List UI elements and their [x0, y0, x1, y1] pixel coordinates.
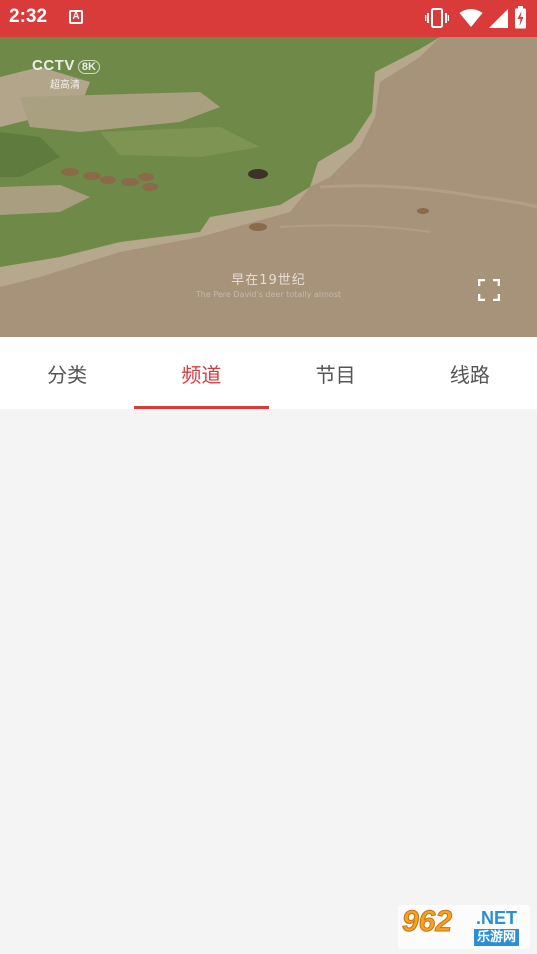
watermark-suffix: .NET: [476, 908, 518, 928]
logo-brand: CCTV: [32, 57, 75, 74]
notification-icon: A: [69, 10, 83, 24]
video-player[interactable]: CCTV 8K 超高清 早在19世纪 The Pere David's deer …: [0, 37, 537, 337]
status-bar: 2:32 A: [0, 0, 537, 37]
signal-icon: [489, 9, 508, 28]
tab-route[interactable]: 线路: [403, 337, 537, 409]
tab-program[interactable]: 节目: [269, 337, 403, 409]
tab-label: 分类: [47, 362, 88, 387]
video-subtitle: 早在19世纪: [231, 273, 306, 288]
logo-resolution: 8K: [77, 60, 100, 74]
tab-label: 线路: [449, 362, 490, 387]
channel-logo: CCTV 8K 超高清: [32, 57, 100, 91]
logo-sub: 超高清: [50, 80, 80, 91]
video-subtitle-en: The Pere David's deer totally almost: [195, 290, 342, 299]
wifi-icon: [459, 9, 483, 27]
watermark-number: 962: [401, 905, 453, 939]
tab-bar: 分类 频道 节目 线路: [0, 337, 537, 409]
tab-label: 频道: [181, 362, 222, 387]
tab-channel[interactable]: 频道: [134, 337, 269, 409]
tab-category[interactable]: 分类: [0, 337, 134, 409]
site-watermark: 962 .NET 乐游网: [398, 905, 530, 949]
fullscreen-icon[interactable]: [478, 279, 500, 301]
tab-content: [0, 409, 537, 954]
status-time: 2:32: [9, 6, 48, 27]
watermark-cn: 乐游网: [474, 929, 520, 946]
vibrate-icon: [425, 8, 449, 28]
battery-charging-icon: [515, 6, 526, 29]
tab-label: 节目: [315, 362, 356, 387]
